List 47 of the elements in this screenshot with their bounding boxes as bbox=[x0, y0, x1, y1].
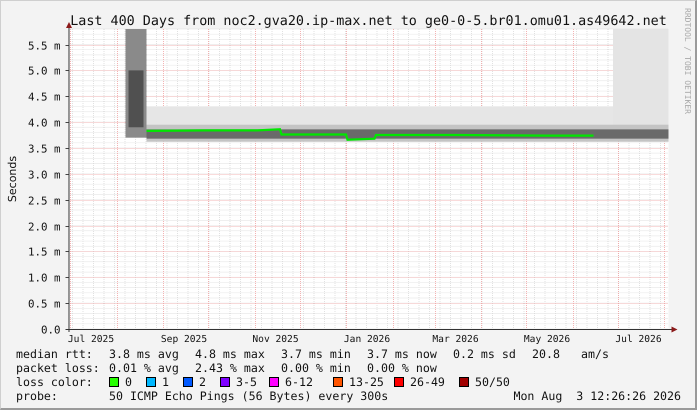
legend-value: 2.43 % max bbox=[195, 361, 266, 375]
axis-tick-label: 5.0 m bbox=[28, 64, 60, 78]
legend-value: am/s bbox=[581, 347, 610, 361]
axis-tick-label: Nov 2025 bbox=[252, 334, 299, 345]
legend-value: 0.01 % avg bbox=[109, 361, 180, 375]
axis-tick-label: 1.5 m bbox=[28, 246, 60, 258]
axis-title: Seconds bbox=[6, 156, 19, 202]
axis-tick-label: Jul 2026 bbox=[615, 334, 662, 345]
legend-value: 0 bbox=[125, 375, 132, 389]
axis-tick-label: 1.0 m bbox=[28, 272, 60, 284]
axis-tick-label: 2.5 m bbox=[28, 194, 60, 208]
legend-value: 26-49 bbox=[410, 375, 445, 389]
axis-tick-label: 3.5 m bbox=[28, 142, 60, 156]
axis-tick-label: Mar 2026 bbox=[432, 334, 479, 345]
axis-tick-label: 0.5 m bbox=[28, 298, 60, 310]
legend-value: 13-25 bbox=[349, 375, 384, 389]
graph-title: Last 400 Days from noc2.gva20.ip-max.net to ge0-0-5.br01.omu01.as49642.net bbox=[70, 14, 667, 29]
legend-value: 4.8 ms max bbox=[195, 347, 266, 361]
timestamp: Mon Aug 3 12:26:26 2026 bbox=[513, 389, 681, 403]
axis-tick-label: 5.5 m bbox=[28, 40, 60, 52]
axis-tick-label: 0.0 bbox=[40, 324, 60, 336]
legend-value: 2 bbox=[199, 375, 206, 389]
legend-value: 0.00 % min bbox=[281, 361, 352, 375]
legend-value: 1 bbox=[162, 375, 169, 389]
axis-tick-label: Jul 2025 bbox=[68, 334, 114, 345]
legend-value: 6-12 bbox=[285, 375, 313, 389]
legend-value: 0.00 % now bbox=[367, 361, 438, 375]
axis-tick-label: 2.0 m bbox=[28, 220, 60, 234]
legend-value: 20.8 bbox=[532, 347, 561, 361]
legend-value: 3-5 bbox=[236, 375, 257, 389]
axis-tick-label: Sep 2025 bbox=[160, 334, 208, 345]
legend-label: probe: bbox=[16, 389, 59, 403]
legend-value: 3.7 ms now bbox=[367, 347, 438, 361]
axis-tick-label: May 2026 bbox=[524, 334, 570, 345]
axis-tick-label: 4.0 m bbox=[28, 116, 60, 130]
legend-value: 50/50 bbox=[475, 375, 510, 389]
axis-tick-label: Jan 2026 bbox=[344, 334, 390, 345]
probe-description: 50 ICMP Echo Pings (56 Bytes) every 300s bbox=[109, 389, 388, 403]
legend-label: loss color: bbox=[16, 375, 94, 389]
credit-label: RRDTOOL / TOBI OETIKER bbox=[683, 8, 692, 114]
legend-value: 3.8 ms avg bbox=[109, 347, 180, 361]
legend-label: packet loss: bbox=[16, 361, 101, 375]
axis-tick-label: 3.0 m bbox=[28, 168, 60, 182]
axis-tick-label: 4.5 m bbox=[28, 90, 60, 104]
legend-label: median rtt: bbox=[16, 347, 94, 361]
legend-value: 0.2 ms sd bbox=[453, 347, 517, 361]
legend-value: 3.7 ms min bbox=[281, 347, 352, 361]
